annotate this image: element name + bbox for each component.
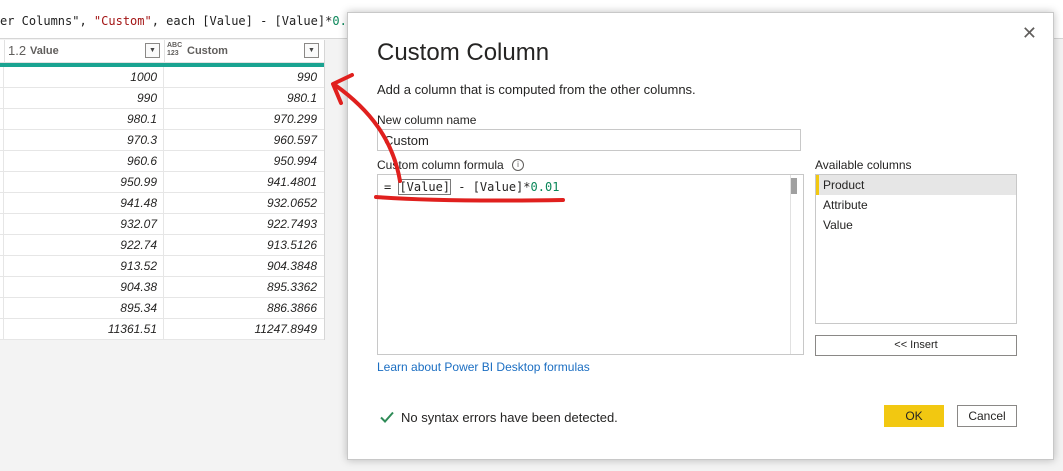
value-cell[interactable]: 950.99 — [4, 172, 164, 192]
dialog-title: Custom Column — [377, 39, 550, 66]
custom-cell[interactable]: 904.3848 — [165, 256, 323, 276]
custom-cell[interactable]: 970.299 — [165, 109, 323, 129]
custom-cell[interactable]: 941.4801 — [165, 172, 323, 192]
table-row[interactable]: 980.1 970.299 — [0, 109, 324, 130]
value-cell[interactable]: 922.74 — [4, 235, 164, 255]
custom-cell[interactable]: 980.1 — [165, 88, 323, 108]
table-row[interactable]: 941.48 932.0652 — [0, 193, 324, 214]
table-row[interactable]: 950.99 941.4801 — [0, 172, 324, 193]
table-row[interactable]: 904.38 895.3362 — [0, 277, 324, 298]
table-row[interactable]: 932.07 922.7493 — [0, 214, 324, 235]
formula-editor[interactable]: = [Value] - [Value]*0.01 — [377, 174, 804, 355]
check-icon — [380, 411, 394, 423]
close-icon[interactable]: ✕ — [1022, 23, 1037, 44]
info-icon[interactable]: i — [512, 159, 524, 171]
grid-header: 1.2 Value ▼ ABC 123 Custom ▼ — [0, 40, 324, 63]
value-cell[interactable]: 980.1 — [4, 109, 164, 129]
table-row[interactable]: 913.52 904.3848 — [0, 256, 324, 277]
value-cell[interactable]: 970.3 — [4, 130, 164, 150]
formula-label: Custom column formula — [377, 158, 504, 172]
table-row[interactable]: 922.74 913.5126 — [0, 235, 324, 256]
available-columns-list: Product Attribute Value — [815, 174, 1017, 324]
available-column-item[interactable]: Value — [816, 215, 1016, 235]
table-row[interactable]: 11361.51 11247.8949 — [0, 319, 324, 340]
table-row[interactable]: 895.34 886.3866 — [0, 298, 324, 319]
scrollbar-thumb[interactable] — [791, 178, 797, 194]
column-header-value[interactable]: 1.2 Value ▼ — [4, 40, 165, 62]
value-cell[interactable]: 941.48 — [4, 193, 164, 213]
insert-button[interactable]: << Insert — [815, 335, 1017, 356]
filter-dropdown-icon[interactable]: ▼ — [304, 43, 319, 58]
value-cell[interactable]: 904.38 — [4, 277, 164, 297]
custom-cell[interactable]: 990 — [165, 67, 323, 87]
custom-cell[interactable]: 913.5126 — [165, 235, 323, 255]
dialog-description: Add a column that is computed from the o… — [377, 82, 696, 97]
value-cell[interactable]: 11361.51 — [4, 319, 164, 339]
table-row[interactable]: 990 980.1 — [0, 88, 324, 109]
cancel-button[interactable]: Cancel — [957, 405, 1017, 427]
value-cell[interactable]: 932.07 — [4, 214, 164, 234]
table-row[interactable]: 1000 990 — [0, 67, 324, 88]
available-columns-label: Available columns — [815, 158, 912, 172]
custom-cell[interactable]: 895.3362 — [165, 277, 323, 297]
learn-formulas-link[interactable]: Learn about Power BI Desktop formulas — [377, 360, 590, 374]
any-type-icon[interactable]: ABC 123 — [167, 42, 182, 58]
custom-cell[interactable]: 886.3866 — [165, 298, 323, 318]
formula-scrollbar[interactable] — [790, 175, 803, 354]
new-column-name-input[interactable] — [377, 129, 801, 151]
table-row[interactable]: 960.6 950.994 — [0, 151, 324, 172]
custom-column-dialog: ✕ Custom Column Add a column that is com… — [347, 12, 1054, 460]
value-cell[interactable]: 990 — [4, 88, 164, 108]
decimal-type-icon[interactable]: 1.2 — [8, 43, 26, 58]
new-column-name-label: New column name — [377, 113, 477, 127]
available-column-item[interactable]: Attribute — [816, 195, 1016, 215]
value-cell[interactable]: 895.34 — [4, 298, 164, 318]
custom-cell[interactable]: 932.0652 — [165, 193, 323, 213]
syntax-status: No syntax errors have been detected. — [401, 410, 618, 425]
custom-cell[interactable]: 922.7493 — [165, 214, 323, 234]
formula-text[interactable]: = [Value] - [Value]*0.01 — [384, 179, 559, 195]
custom-cell[interactable]: 960.597 — [165, 130, 323, 150]
value-cell[interactable]: 960.6 — [4, 151, 164, 171]
value-cell[interactable]: 1000 — [4, 67, 164, 87]
table-row[interactable]: 970.3 960.597 — [0, 130, 324, 151]
column-header-label: Value — [30, 45, 59, 57]
column-header-custom[interactable]: ABC 123 Custom ▼ — [165, 40, 323, 62]
custom-cell[interactable]: 950.994 — [165, 151, 323, 171]
ok-button[interactable]: OK — [884, 405, 944, 427]
filter-dropdown-icon[interactable]: ▼ — [145, 43, 160, 58]
grid-rows: 1000 990 990 980.1 980.1 970.299 970.3 960.597 9… — [0, 67, 324, 340]
column-header-label: Custom — [187, 45, 228, 57]
custom-cell[interactable]: 11247.8949 — [165, 319, 323, 339]
value-cell[interactable]: 913.52 — [4, 256, 164, 276]
formula-bar-text[interactable]: er Columns", "Custom", each [Value] - [V… — [0, 14, 368, 28]
available-column-item[interactable]: Product — [816, 175, 1016, 195]
data-grid: 1.2 Value ▼ ABC 123 Custom ▼ 1000 990 990 98… — [0, 40, 325, 340]
